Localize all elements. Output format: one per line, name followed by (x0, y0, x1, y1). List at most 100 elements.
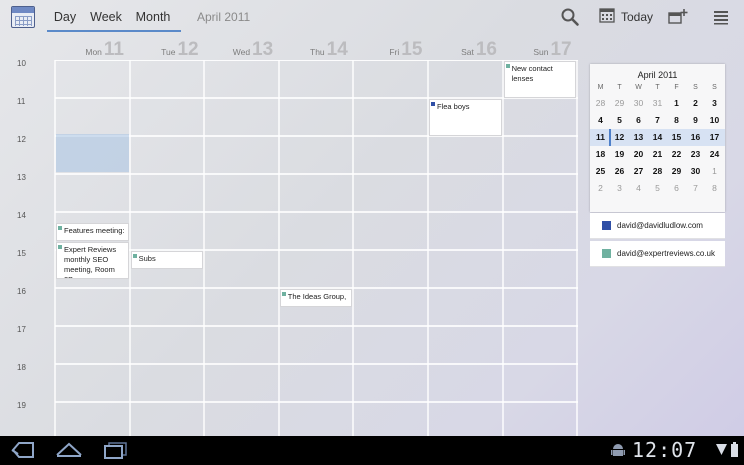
mini-calendar-day[interactable]: 16 (686, 129, 705, 146)
day-header-fri[interactable]: Fri 15 (353, 39, 426, 61)
event-block[interactable]: The Ideas Group, (279, 289, 353, 307)
mini-calendar-day[interactable]: 31 (648, 95, 667, 112)
today-button[interactable]: Today (599, 5, 653, 29)
selected-tab-indicator (47, 30, 181, 32)
account-color-swatch (602, 249, 611, 258)
event-color-swatch (505, 64, 510, 68)
tab-day[interactable]: Day (47, 0, 83, 34)
mini-calendar-day[interactable]: 25 (591, 163, 610, 180)
mini-weekday-label: M (597, 84, 604, 91)
mini-calendar-day[interactable]: 4 (629, 180, 648, 197)
hour-label: 17 (17, 325, 26, 334)
mini-calendar-day[interactable]: 3 (705, 95, 724, 112)
day-divider (203, 60, 206, 436)
day-header-sun[interactable]: Sun 17 (503, 39, 576, 61)
mini-calendar-day[interactable]: 20 (629, 146, 648, 163)
tab-month[interactable]: Month (133, 0, 173, 34)
mini-calendar-day[interactable]: 22 (667, 146, 686, 163)
mini-calendar-day[interactable]: 8 (705, 180, 724, 197)
mini-calendar-day[interactable]: 19 (610, 146, 629, 163)
day-number: 13 (252, 39, 274, 60)
calendar-account-item[interactable]: david@expertreviews.co.uk (590, 241, 725, 267)
day-number: 12 (177, 39, 199, 60)
clock[interactable]: 12:07 (632, 438, 697, 462)
mini-calendar-day[interactable]: 18 (591, 146, 610, 163)
tab-week[interactable]: Week (86, 0, 126, 34)
hour-label: 11 (17, 97, 26, 106)
day-header-mon[interactable]: Mon 11 (55, 39, 128, 61)
mini-calendar: April 2011 MTWTFSS 28 29 30 31 1 2 3 4 5 6 7 8 9 10 11… (590, 64, 725, 212)
day-header-tue[interactable]: Tue 12 (130, 39, 203, 61)
mini-calendar-day[interactable]: 27 (629, 163, 648, 180)
mini-calendar-day[interactable]: 5 (648, 180, 667, 197)
mini-calendar-day[interactable]: 26 (610, 163, 629, 180)
mini-calendar-day[interactable]: 29 (610, 95, 629, 112)
day-number: 17 (550, 39, 572, 60)
day-header-sat[interactable]: Sat 16 (428, 39, 501, 61)
search-icon[interactable] (560, 7, 580, 27)
week-grid[interactable]: Mon 11 Tue 12 Wed 13 Thu 14 Fri 15 Sat 16 Sun 17 10 11… (0, 34, 578, 436)
event-block[interactable]: Flea boys (429, 99, 502, 136)
mini-calendar-day[interactable]: 17 (705, 129, 724, 146)
android-icon[interactable] (611, 443, 625, 458)
day-header-wed[interactable]: Wed 13 (204, 39, 277, 61)
mini-calendar-day[interactable]: 29 (667, 163, 686, 180)
mini-calendar-day[interactable]: 28 (591, 95, 610, 112)
mini-calendar-day[interactable]: 2 (591, 180, 610, 197)
mini-calendar-day[interactable]: 10 (705, 112, 724, 129)
battery-icon (731, 442, 738, 457)
mini-calendar-day[interactable]: 1 (667, 95, 686, 112)
event-title: Expert Reviews monthly SEO meeting, Room… (64, 244, 117, 278)
mini-calendar-day[interactable]: 11 (591, 129, 610, 146)
calendar-app-icon[interactable] (11, 6, 35, 28)
mini-calendar-day[interactable]: 7 (648, 112, 667, 129)
day-number: 15 (401, 39, 423, 60)
new-event-icon[interactable] (668, 8, 688, 26)
menu-icon[interactable] (713, 9, 729, 25)
mini-calendar-day[interactable]: 2 (686, 95, 705, 112)
event-color-swatch (58, 244, 62, 249)
mini-calendar-day[interactable]: 15 (667, 129, 686, 146)
mini-calendar-day[interactable]: 8 (667, 112, 686, 129)
mini-calendar-day[interactable]: 30 (686, 163, 705, 180)
mini-calendar-day[interactable]: 12 (610, 129, 629, 146)
back-icon[interactable] (7, 439, 37, 461)
mini-calendar-day[interactable]: 14 (648, 129, 667, 146)
mini-calendar-day[interactable]: 23 (686, 146, 705, 163)
home-icon[interactable] (54, 439, 84, 461)
day-name: Fri (389, 47, 400, 57)
day-number: 14 (326, 39, 348, 60)
mini-calendar-day[interactable]: 6 (667, 180, 686, 197)
account-name: david@expertreviews.co.uk (617, 249, 715, 258)
mini-calendar-day[interactable]: 5 (610, 112, 629, 129)
mini-calendar-day[interactable]: 13 (629, 129, 648, 146)
mini-calendar-day[interactable]: 7 (686, 180, 705, 197)
recent-apps-icon[interactable] (101, 439, 131, 461)
mini-calendar-day[interactable]: 30 (629, 95, 648, 112)
event-block[interactable]: Expert Reviews monthly SEO meeting, Room… (56, 241, 129, 279)
day-name: Mon (85, 47, 102, 57)
mini-calendar-day[interactable]: 28 (648, 163, 667, 180)
mini-calendar-day[interactable]: 6 (629, 112, 648, 129)
hour-divider (55, 401, 578, 403)
mini-calendar-day[interactable]: 21 (648, 146, 667, 163)
mini-calendar-day[interactable]: 9 (686, 112, 705, 129)
event-title: The Ideas Group, (287, 292, 347, 301)
day-name: Sun (533, 47, 549, 57)
selected-time-slot[interactable] (56, 134, 129, 172)
day-number: 11 (103, 39, 124, 60)
day-name: Sat (461, 47, 474, 57)
day-divider (576, 60, 578, 436)
day-header-thu[interactable]: Thu 14 (279, 39, 352, 61)
event-block[interactable]: Subs (130, 251, 204, 269)
event-title: New contact lenses (511, 64, 553, 83)
event-block[interactable]: New contact lenses (503, 61, 577, 98)
event-color-swatch (58, 225, 62, 230)
mini-calendar-day[interactable]: 1 (705, 163, 724, 180)
mini-calendar-day[interactable]: 4 (591, 112, 610, 129)
event-block[interactable]: Features meeting: (56, 222, 129, 241)
mini-weekday-label: S (693, 84, 698, 91)
mini-calendar-day[interactable]: 24 (705, 146, 724, 163)
calendar-account-item[interactable]: david@davidludlow.com (590, 213, 725, 239)
mini-calendar-day[interactable]: 3 (610, 180, 629, 197)
